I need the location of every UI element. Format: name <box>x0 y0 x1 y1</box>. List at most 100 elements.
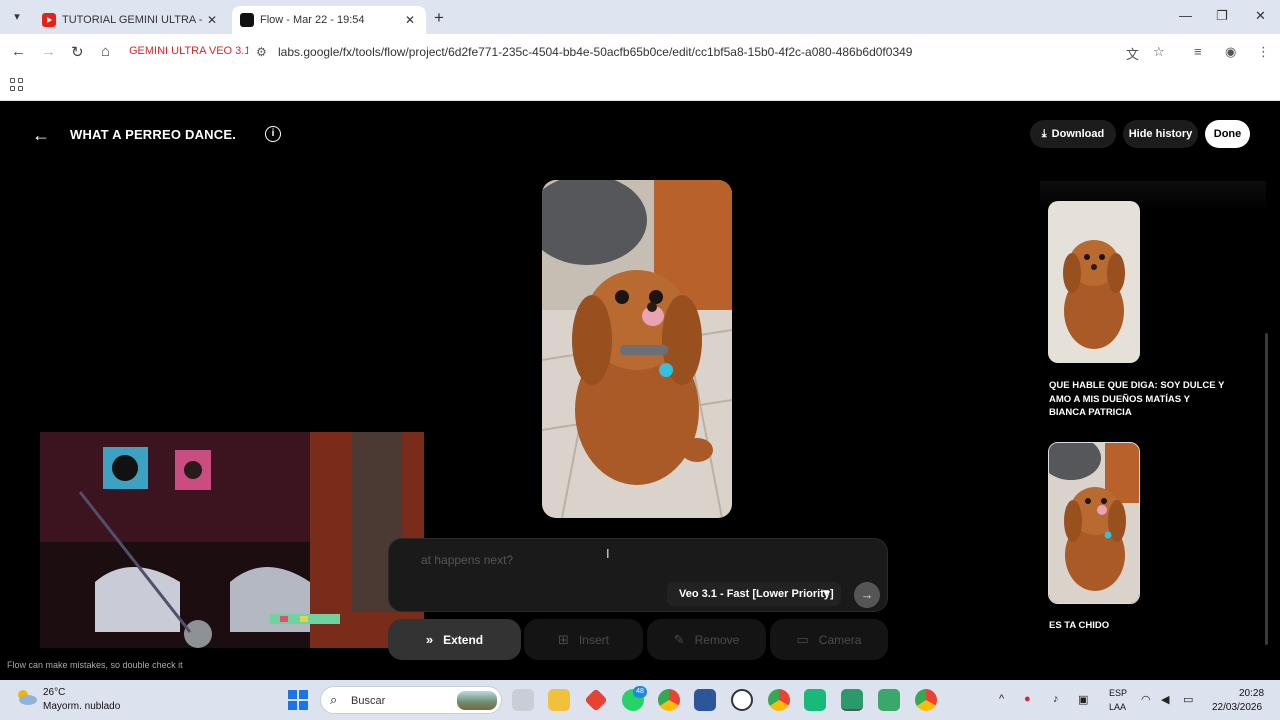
prompt-input[interactable]: at happens next? <box>421 553 513 567</box>
restore-icon[interactable]: ❐ <box>1216 8 1228 24</box>
url-text[interactable]: labs.google/fx/tools/flow/project/6d2fe7… <box>278 45 912 59</box>
weather-description[interactable]: Mayorm. nublado <box>43 701 120 712</box>
window-close-icon[interactable]: ✕ <box>1255 8 1266 24</box>
reload-icon[interactable]: ↻ <box>71 43 84 61</box>
tab-search-chevron-icon[interactable]: ▾ <box>8 8 26 26</box>
minimize-icon[interactable]: — <box>1179 8 1192 23</box>
project-title: WHAT A PERREO DANCE. <box>70 127 237 142</box>
info-icon[interactable]: i <box>265 126 281 142</box>
history-scrollbar[interactable] <box>1265 333 1268 645</box>
search-icon: ⌕ <box>330 692 338 707</box>
back-arrow-icon[interactable]: ← <box>32 125 50 146</box>
tab-title: Flow - Mar 22 - 19:54 <box>260 14 365 26</box>
bookmark-bar <box>0 70 1280 101</box>
video-preview[interactable] <box>542 180 732 518</box>
show-hidden-icons-chevron-icon[interactable]: ^ <box>999 693 1004 705</box>
app-circle-icon[interactable] <box>731 689 753 711</box>
webcam-overlay <box>40 432 424 648</box>
extend-button[interactable]: » Extend <box>388 619 521 660</box>
task-view-icon[interactable] <box>512 689 534 711</box>
profile-icon[interactable]: ◉ <box>1225 44 1236 60</box>
keyboard-layout-indicator[interactable]: LAA <box>1109 702 1126 712</box>
hide-history-button[interactable]: Hide history <box>1123 120 1198 148</box>
security-icon[interactable]: ● <box>1024 693 1031 705</box>
app-red-diamond-icon[interactable] <box>584 688 608 712</box>
chrome-2-icon[interactable] <box>915 689 937 711</box>
microphone-icon[interactable]: ♪ <box>1053 693 1059 705</box>
close-tab-icon[interactable]: ✕ <box>402 13 418 27</box>
puppy-video-frame <box>542 180 732 518</box>
camera-button[interactable]: ▭ Camera <box>770 619 888 660</box>
camera-icon: ▭ <box>796 631 809 647</box>
wifi-icon[interactable]: ◠ <box>1141 693 1151 706</box>
weather-cloud-icon[interactable] <box>14 688 38 706</box>
tab-flow[interactable]: Flow - Mar 22 - 19:54 ✕ <box>232 6 426 34</box>
browser-tab-bar: ▾ TUTORIAL GEMINI ULTRA - VEO ✕ Flow - M… <box>0 0 1280 34</box>
download-button[interactable]: ⤓ Download <box>1030 120 1116 148</box>
translate-icon[interactable]: 文 <box>1126 44 1139 63</box>
prompt-box[interactable]: at happens next? Veo 3.1 - Fast [Lower P… <box>388 538 888 612</box>
history-caption: ES TA CHIDO <box>1049 620 1110 631</box>
eraser-icon: ✎ <box>673 631 685 647</box>
windows-taskbar: 26°C Mayorm. nublado ⌕ Buscar 48 ^ ● ♪ ▣… <box>0 680 1280 720</box>
remove-button[interactable]: ✎ Remove <box>647 619 766 660</box>
bookmark-gemini[interactable]: GEMINI ULTRA VEO 3.1 <box>129 45 250 57</box>
search-highlight-image <box>457 691 497 710</box>
browser-toolbar: ← → ↻ ⌂ GEMINI ULTRA VEO 3.1 ⚙ labs.goog… <box>0 34 1280 70</box>
youtube-icon <box>42 13 56 27</box>
volume-icon[interactable]: ◀ <box>1161 693 1169 706</box>
forward-icon[interactable]: → <box>41 43 56 60</box>
language-indicator[interactable]: ESP <box>1109 688 1127 698</box>
site-info-icon[interactable]: ⚙ <box>256 45 274 59</box>
app-green-icon[interactable] <box>804 689 826 711</box>
chrome-icon[interactable] <box>658 689 680 711</box>
address-bar[interactable]: ⚙ labs.google/fx/tools/flow/project/6d2f… <box>248 38 1178 66</box>
chrome-profile-icon[interactable] <box>768 689 790 711</box>
tab-tutorial[interactable]: TUTORIAL GEMINI ULTRA - VEO ✕ <box>34 6 228 34</box>
flow-icon <box>240 13 254 27</box>
done-button[interactable]: Done <box>1205 120 1250 148</box>
insert-icon: ⊞ <box>558 631 569 647</box>
search-label: Buscar <box>351 695 386 707</box>
insert-button[interactable]: ⊞ Insert <box>524 619 643 660</box>
text-cursor-icon: I <box>606 546 610 561</box>
tab-title: TUTORIAL GEMINI ULTRA - VEO <box>62 14 204 26</box>
dropdown-caret-icon: ▼ <box>821 588 831 599</box>
home-icon[interactable]: ⌂ <box>101 43 110 60</box>
history-caption: QUE HABLE QUE DIGA: SOY DULCE Y AMO A MI… <box>1049 380 1225 418</box>
download-label: Download <box>1051 128 1105 140</box>
windows-start-icon[interactable] <box>288 690 308 710</box>
camera-label: Camera <box>818 632 862 647</box>
download-icon: ⤓ <box>1041 127 1047 140</box>
send-arrow-icon[interactable]: → <box>854 582 880 608</box>
taskbar-search[interactable]: ⌕ Buscar <box>320 686 502 714</box>
menu-dots-icon[interactable]: ⋮ <box>1257 44 1270 60</box>
webcam-feed <box>40 432 424 648</box>
bookmark-star-icon[interactable]: ☆ <box>1153 44 1165 60</box>
model-label: Veo 3.1 - Fast [Lower Priority] <box>679 588 834 600</box>
extend-label: Extend <box>443 632 484 647</box>
file-explorer-icon[interactable] <box>548 689 570 711</box>
clock-time[interactable]: 20:28 <box>1239 688 1264 699</box>
remove-label: Remove <box>694 632 740 647</box>
extend-icon: » <box>425 632 434 647</box>
history-thumbnail[interactable] <box>1048 201 1140 363</box>
apps-grid-icon[interactable] <box>10 78 23 91</box>
word-icon[interactable] <box>694 689 716 711</box>
model-selector[interactable]: Veo 3.1 - Fast [Lower Priority] ▼ <box>667 582 841 606</box>
back-icon[interactable]: ← <box>11 43 26 60</box>
history-thumbnail-selected[interactable] <box>1048 442 1140 604</box>
weather-temperature[interactable]: 26°C <box>43 687 65 698</box>
whatsapp-badge: 48 <box>633 686 647 698</box>
clock-date[interactable]: 22/03/2026 <box>1212 702 1262 713</box>
gemini-app-icon[interactable] <box>841 689 863 711</box>
new-tab-button[interactable]: + <box>434 8 444 28</box>
flow-editor: ← WHAT A PERREO DANCE. i ⤓ Download Hide… <box>0 101 1280 680</box>
battery-icon[interactable]: ▭ <box>1183 693 1193 706</box>
close-tab-icon[interactable]: ✕ <box>204 13 220 27</box>
display-icon[interactable]: ▣ <box>1078 693 1088 706</box>
media-control-icon[interactable]: ≡ <box>1194 44 1202 59</box>
puppy-thumbnail-image <box>1049 443 1139 603</box>
app-green-2-icon[interactable] <box>878 689 900 711</box>
insert-label: Insert <box>578 632 609 647</box>
